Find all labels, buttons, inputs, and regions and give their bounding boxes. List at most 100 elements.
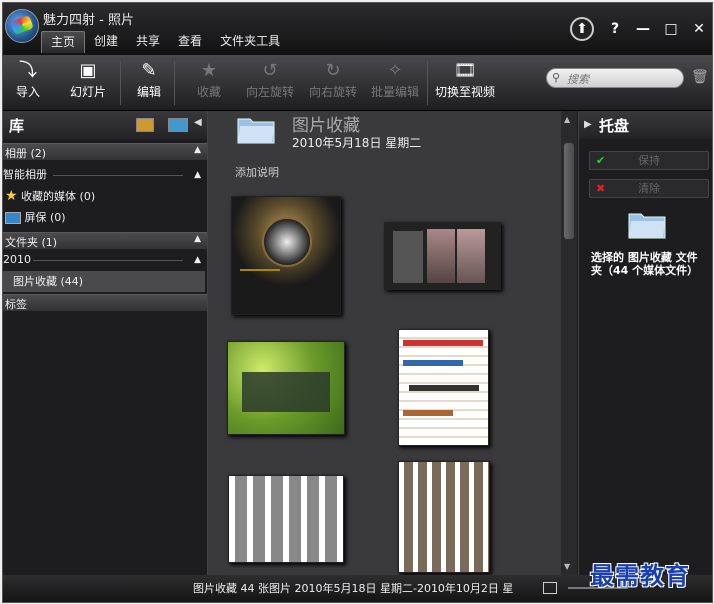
tab-share[interactable]: 共享 [127, 31, 169, 52]
thumbnail-panel [242, 372, 330, 412]
star-icon: ★ [200, 60, 218, 81]
maximize-button[interactable]: □ [664, 21, 678, 37]
tray-panel: ▶ 托盘 ✔ 保持 ✖ 清除 选择的 图片收藏 文件夹（44 个媒体文件） [578, 111, 712, 575]
smart-albums-label: 智能相册 [3, 168, 47, 181]
x-icon: ✖ [596, 182, 606, 195]
section-albums[interactable]: 相册 (2) ▲ [3, 143, 207, 160]
star-icon: ★ [5, 188, 18, 204]
window-title: 魅力四射 - 照片 [43, 13, 134, 28]
year-group-header[interactable]: 2010 ▲ [3, 249, 207, 271]
thumbnail-size-icon[interactable] [543, 582, 557, 594]
toolbar-divider [174, 61, 175, 105]
folder-icon [628, 213, 666, 239]
close-button[interactable]: ✕ [692, 21, 706, 37]
keep-label: 保持 [638, 154, 660, 167]
collapse-arrow-icon[interactable]: ▲ [194, 249, 201, 271]
tab-view[interactable]: 查看 [169, 31, 211, 52]
switch-to-video-button[interactable]: 🎞 切换至视频 [433, 59, 497, 100]
smart-albums-header[interactable]: 智能相册 ▲ [3, 164, 207, 186]
slideshow-icon: ▣ [79, 60, 97, 81]
help-button[interactable]: ? [608, 21, 622, 37]
import-label: 导入 [15, 85, 40, 99]
tab-folder-tools[interactable]: 文件夹工具 [211, 31, 289, 52]
menu-tabs: 主页 创建 共享 查看 文件夹工具 [41, 31, 289, 53]
upload-arrow-icon[interactable]: ⬆ [570, 17, 594, 41]
year-label: 2010 [3, 253, 31, 266]
batch-edit-label: 批量编辑 [370, 85, 419, 99]
photo-thumbnail[interactable] [231, 196, 341, 315]
library-title: 库 [9, 117, 25, 135]
collapse-arrow-icon[interactable]: ▲ [194, 164, 201, 186]
import-button[interactable]: ⤵ 导入 [13, 59, 43, 100]
tags-label: 标签 [5, 298, 27, 311]
photo-thumbnail[interactable] [398, 461, 490, 573]
scroll-thumb[interactable] [564, 143, 574, 239]
app-logo-icon[interactable] [5, 9, 39, 43]
folder-title: 图片收藏 [292, 116, 360, 136]
add-album-icon[interactable] [136, 118, 154, 132]
rotate-left-label: 向左旋转 [245, 85, 294, 99]
batch-edit-button[interactable]: ✧ 批量编辑 [369, 59, 421, 100]
rotate-right-label: 向右旋转 [308, 85, 357, 99]
edit-button[interactable]: ✎ 编辑 [131, 59, 167, 100]
app-window: 魅力四射 - 照片 主页 创建 共享 查看 文件夹工具 ⬆ ? — □ ✕ ⤵ … [2, 2, 713, 603]
slideshow-button[interactable]: ▣ 幻灯片 [66, 59, 110, 100]
folder-icon [237, 118, 275, 144]
slideshow-label: 幻灯片 [69, 85, 106, 99]
screen-icon [5, 212, 21, 224]
switch-to-video-label: 切换至视频 [434, 85, 495, 99]
search-input[interactable] [565, 70, 679, 88]
photo-thumbnail[interactable] [227, 341, 345, 435]
picture-folder-label: 图片收藏 (44) [13, 275, 84, 288]
tab-create[interactable]: 创建 [85, 31, 127, 52]
import-icon: ⤵ [19, 60, 37, 81]
rotate-left-icon: ↺ [262, 60, 278, 81]
add-description-link[interactable]: 添加说明 [235, 164, 279, 180]
section-tags[interactable]: 标签 [3, 294, 207, 311]
clear-button[interactable]: ✖ 清除 [589, 179, 709, 198]
favorite-button[interactable]: ★ 收藏 [191, 59, 227, 100]
sidebar-item-picture-folder[interactable]: 图片收藏 (44) [3, 271, 205, 292]
vertical-scrollbar[interactable]: ▲ ▼ [561, 111, 577, 575]
section-folders[interactable]: 文件夹 (1) ▲ [3, 232, 207, 249]
film-icon: 🎞 [453, 60, 477, 81]
tray-selection-info: 选择的 图片收藏 文件夹（44 个媒体文件） [591, 251, 699, 277]
tray-header: ▶ 托盘 [579, 111, 712, 139]
title-bar: 魅力四射 - 照片 主页 创建 共享 查看 文件夹工具 ⬆ ? — □ ✕ [3, 3, 712, 55]
toolbar: ⤵ 导入 ▣ 幻灯片 ✎ 编辑 ★ 收藏 ↺ 向左旋转 ↻ 向右旋转 ✧ 批量编… [3, 55, 712, 111]
rotate-right-button[interactable]: ↻ 向右旋转 [307, 59, 359, 100]
collapse-arrow-icon[interactable]: ▲ [194, 234, 201, 244]
watermark-logo: 最需教育 [590, 561, 690, 590]
collapse-arrow-icon[interactable]: ▲ [194, 145, 201, 155]
sidebar-item-favorites[interactable]: ★ 收藏的媒体 (0) [3, 186, 207, 207]
brush-icon: ✎ [141, 60, 157, 81]
scroll-down-icon[interactable]: ▼ [564, 562, 570, 571]
photo-thumbnail[interactable] [384, 222, 501, 290]
sidebar-item-screensaver[interactable]: 屏保 (0) [3, 207, 207, 228]
keep-button[interactable]: ✔ 保持 [589, 151, 709, 170]
favorite-label: 收藏 [196, 85, 221, 99]
photo-browser: 图片收藏 2010年5月18日 星期二 添加说明 [208, 111, 561, 575]
magic-wand-icon: ✧ [387, 60, 403, 81]
search-box[interactable]: ⚲ [546, 68, 684, 88]
photo-thumbnail[interactable] [228, 475, 344, 563]
thumbnail-portrait [457, 229, 485, 283]
add-folder-icon[interactable] [168, 118, 188, 132]
divider-line [33, 260, 183, 261]
tray-title: 托盘 [599, 117, 630, 135]
thumbnail-text-bar [403, 340, 483, 346]
thumbnail-text-bar [409, 385, 479, 391]
tab-home[interactable]: 主页 [41, 31, 86, 53]
trash-icon[interactable]: 🗑 [691, 69, 709, 85]
search-icon: ⚲ [552, 71, 561, 84]
rotate-left-button[interactable]: ↺ 向左旋转 [244, 59, 296, 100]
photo-thumbnail[interactable] [398, 329, 489, 446]
collapse-panel-icon[interactable]: ◀ [194, 117, 202, 128]
folders-label: 文件夹 (1) [5, 236, 58, 249]
expand-tray-icon[interactable]: ▶ [584, 119, 592, 130]
toolbar-divider [427, 61, 428, 105]
albums-label: 相册 (2) [5, 147, 47, 160]
divider-line [53, 175, 183, 176]
scroll-up-icon[interactable]: ▲ [564, 115, 570, 124]
minimize-button[interactable]: — [636, 21, 650, 37]
